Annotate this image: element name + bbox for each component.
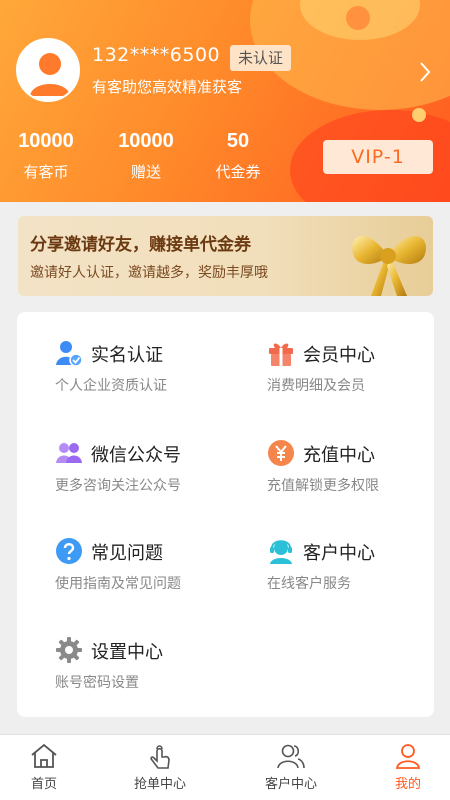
nav-label: 我的 (394, 777, 421, 792)
menu-item-title: 设置中心 (91, 642, 163, 663)
profile-slogan: 有客助您高效精准获客 (92, 78, 243, 96)
menu-item-customer-center[interactable]: 客户中心 在线客户服务 (267, 537, 450, 607)
menu-item-title: 常见问题 (91, 543, 163, 564)
menu-item-title: 会员中心 (303, 345, 375, 366)
nav-item-customer-center[interactable]: 客户中心 (235, 735, 347, 800)
menu-item-subtitle: 个人企业资质认证 (55, 378, 167, 394)
gift-bow-icon (352, 236, 426, 296)
menu-item-subtitle: 更多咨询关注公众号 (55, 478, 181, 494)
menu-item-subtitle: 账号密码设置 (55, 675, 139, 691)
bottom-nav: 首页 抢单中心 客户中心 我的 (0, 734, 450, 800)
avatar[interactable] (16, 38, 80, 102)
gear-icon (56, 637, 82, 663)
yuan-icon (268, 440, 294, 466)
decor-blob (412, 108, 426, 122)
decor-blob (346, 6, 370, 30)
profile-header: 132****6500 未认证 有客助您高效精准获客 10000 有客币 100… (0, 0, 450, 202)
stat-value: 10000 (118, 130, 174, 152)
auth-status-badge[interactable]: 未认证 (230, 45, 292, 71)
question-icon (56, 538, 82, 564)
stat-label: 赠送 (130, 163, 161, 181)
menu-item-member-center[interactable]: 会员中心 消费明细及会员 (267, 339, 450, 409)
menu-item-subtitle: 充值解锁更多权限 (267, 478, 379, 494)
stat-value: 10000 (18, 130, 74, 152)
menu-item-title: 客户中心 (303, 543, 375, 564)
menu-item-subtitle: 消费明细及会员 (267, 378, 365, 394)
nav-label: 首页 (30, 777, 57, 792)
menu-item-real-name-auth[interactable]: 实名认证 个人企业资质认证 (55, 339, 255, 409)
avatar-person-icon (18, 40, 78, 100)
menu-item-faq[interactable]: 常见问题 使用指南及常见问题 (55, 537, 255, 607)
customer-service-icon (270, 540, 292, 564)
tap-hand-icon (150, 745, 170, 769)
menu-item-wechat-official[interactable]: 微信公众号 更多咨询关注公众号 (55, 439, 255, 509)
group-icon (56, 443, 82, 463)
menu-item-settings-center[interactable]: 设置中心 账号密码设置 (55, 636, 255, 706)
nav-item-mine[interactable]: 我的 (352, 735, 450, 800)
banner-subtitle: 邀请好人认证，邀请越多，奖励丰厚哦 (30, 265, 268, 281)
home-icon (31, 743, 57, 768)
nav-item-grab-orders[interactable]: 抢单中心 (104, 735, 216, 800)
vip-badge[interactable]: VIP-1 (323, 140, 433, 174)
stat-coins[interactable]: 10000 有客币 (0, 130, 96, 182)
stat-vouchers[interactable]: 50 代金券 (188, 130, 288, 182)
nav-label: 抢单中心 (133, 777, 186, 792)
verify-user-icon (56, 341, 83, 367)
menu-item-subtitle: 使用指南及常见问题 (55, 576, 181, 592)
menu-item-subtitle: 在线客户服务 (267, 576, 351, 592)
nav-label: 客户中心 (264, 777, 317, 792)
gift-icon (269, 343, 293, 366)
menu-item-title: 微信公众号 (91, 445, 181, 466)
nav-item-home[interactable]: 首页 (0, 735, 100, 800)
stat-label: 有客币 (23, 163, 69, 181)
menu-item-title: 实名认证 (91, 345, 163, 366)
menu-item-title: 充值中心 (303, 445, 375, 466)
users-icon (277, 744, 305, 769)
phone-number: 132****6500 (92, 44, 221, 66)
stat-value: 50 (226, 130, 250, 152)
chevron-right-icon[interactable] (418, 60, 432, 84)
stat-label: 代金券 (215, 163, 261, 181)
stat-gift[interactable]: 10000 赠送 (96, 130, 196, 182)
person-icon (395, 744, 421, 769)
banner-title: 分享邀请好友，赚接单代金券 (30, 235, 251, 255)
menu-item-recharge-center[interactable]: 充值中心 充值解锁更多权限 (267, 439, 450, 509)
menu-card: 实名认证 个人企业资质认证 会员中心 消费明细及会员 微信公众号 更多咨询关注公… (17, 312, 434, 717)
invite-banner[interactable]: 分享邀请好友，赚接单代金券 邀请好人认证，邀请越多，奖励丰厚哦 (18, 216, 433, 296)
